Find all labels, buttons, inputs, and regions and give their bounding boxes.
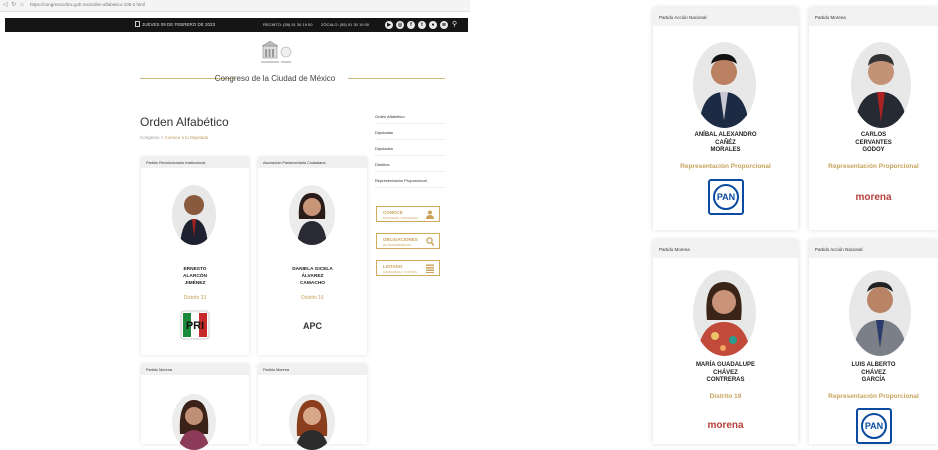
browser-toolbar: ◁ ↻ ⌂ https://congresocdmx.gob.mx/orden-…: [0, 0, 470, 12]
browser-nav-icons[interactable]: ◁ ↻ ⌂: [3, 1, 25, 8]
deputy-district: Distrito 33: [183, 295, 207, 301]
search-icon[interactable]: ⚲: [452, 20, 457, 28]
deputy-district: Representación Proporcional: [828, 393, 919, 400]
address-bar[interactable]: https://congresocdmx.gob.mx/orden-alfabe…: [30, 2, 145, 7]
phone-recinto[interactable]: RECINTO: (55) 51 30 19 00: [263, 22, 313, 27]
flickr-icon[interactable]: ●: [429, 21, 437, 29]
deputy-name[interactable]: MARÍA GUADALUPE CHÁVEZ CONTRERAS: [653, 362, 798, 385]
pan-logo-icon: PAN: [856, 408, 892, 444]
apc-logo: APC: [302, 321, 322, 331]
youtube-icon[interactable]: ▶: [385, 21, 393, 29]
listado-button[interactable]: LISTADO COMISIONES Y COMITÉS: [376, 260, 440, 276]
deputy-photo: [849, 270, 911, 356]
menu-item-orden-alfabetico[interactable]: Orden Alfabético: [375, 114, 445, 119]
search-icon: [426, 237, 434, 246]
breadcrumb: Congreso > Conoce a tu Diputado: [140, 135, 208, 140]
deputy-card[interactable]: Partido Revolucionario Institucional ERN…: [141, 157, 249, 355]
menu-divider: [375, 139, 445, 140]
svg-text:PRI: PRI: [186, 320, 204, 332]
card-party-label: Partido Revolucionario Institucional: [141, 157, 249, 168]
card-party-label: Partido Morena: [141, 364, 249, 375]
card-party-label: Partido Acción Nacional: [809, 240, 938, 258]
menu-item-distritos[interactable]: Distritos: [375, 162, 445, 167]
spotify-icon[interactable]: ≋: [440, 21, 448, 29]
pan-logo-icon: PAN: [708, 179, 744, 215]
obligaciones-button[interactable]: OBLIGACIONES DE TRANSPARENCIA: [376, 233, 440, 249]
menu-divider: [375, 155, 445, 156]
deputy-card[interactable]: Partido Morena MARÍA GUADALUPE CHÁVEZ CO…: [653, 240, 798, 444]
current-date: JUEVES 09 DE FEBRERO DE 2023: [142, 22, 216, 27]
deputy-district: Representación Proporcional: [828, 163, 919, 170]
deputy-district: Distrito 16: [301, 295, 324, 301]
menu-divider: [375, 187, 445, 188]
deputy-photo: [289, 185, 335, 245]
conoce-button[interactable]: CONOCE DIPUTADAS Y DIPUTADOS: [376, 206, 440, 222]
deputy-name[interactable]: DANIELA GICELA ÁLVAREZ CAMACHO: [258, 266, 367, 287]
top-bar: JUEVES 09 DE FEBRERO DE 2023 RECINTO: (5…: [5, 18, 468, 32]
deputy-photo: [851, 42, 911, 128]
menu-item-diputadas[interactable]: Diputadas: [375, 130, 445, 135]
twitter-icon[interactable]: t: [418, 21, 426, 29]
deputy-district: Distrito 19: [709, 393, 742, 400]
deputy-name[interactable]: ANÍBAL ALEXANDRO CAÑÉZ MORALES: [653, 132, 798, 155]
deputy-photo: [172, 185, 216, 245]
deputy-card[interactable]: Partido Acción Nacional LUIS ALBERTO CHÁ…: [809, 240, 938, 444]
menu-divider: [375, 171, 445, 172]
deputy-district: Representación Proporcional: [680, 163, 771, 170]
deputy-card[interactable]: Partido Acción Nacional ANÍBAL ALEXANDRO…: [653, 8, 798, 230]
card-party-label: Asociación Parlamentaria Ciudadana: [258, 157, 367, 168]
deputy-name[interactable]: CARLOS CERVANTES GODOY: [809, 132, 938, 155]
person-icon: [426, 210, 434, 219]
card-party-label: Partido Acción Nacional: [653, 8, 798, 26]
phone-zocalo[interactable]: ZÓCALO: (55) 51 30 19 00: [321, 22, 369, 27]
deputy-photo: [693, 270, 756, 356]
deputy-name[interactable]: ERNESTO ALARCÓN JIMÉNEZ: [141, 266, 249, 287]
site-name[interactable]: Congreso de la Ciudad de México: [200, 74, 350, 83]
list-icon: [426, 264, 434, 273]
breadcrumb-current[interactable]: Conoce a tu Diputado: [165, 135, 209, 140]
menu-divider: [375, 123, 445, 124]
menu-item-diputados[interactable]: Diputados: [375, 146, 445, 151]
instagram-icon[interactable]: ◎: [396, 21, 404, 29]
facebook-icon[interactable]: f: [407, 21, 415, 29]
deputy-photo: [289, 394, 335, 450]
card-party-label: Partido Morena: [653, 240, 798, 258]
congreso-logo-icon[interactable]: [259, 40, 293, 66]
deputy-card[interactable]: Asociación Parlamentaria Ciudadana DANIE…: [258, 157, 367, 355]
pri-logo-icon: PRI: [180, 310, 210, 340]
morena-logo: morena: [855, 192, 892, 203]
page-title: Orden Alfabético: [140, 115, 229, 129]
deputy-card[interactable]: Partido Morena: [258, 364, 367, 450]
morena-logo: morena: [707, 420, 744, 431]
deputy-card[interactable]: Partido Morena: [141, 364, 249, 450]
deputy-name[interactable]: LUIS ALBERTO CHÁVEZ GARCÍA: [809, 362, 938, 385]
deputy-photo: [693, 42, 756, 128]
breadcrumb-home[interactable]: Congreso: [140, 135, 160, 140]
card-party-label: Partido Morena: [809, 8, 938, 26]
menu-item-representacion-proporcional[interactable]: Representación Proporcional: [375, 178, 445, 183]
header-divider-right: [348, 78, 445, 79]
card-party-label: Partido Morena: [258, 364, 367, 375]
calendar-icon: [135, 21, 140, 27]
deputy-photo: [172, 394, 216, 450]
deputy-card[interactable]: Partido Morena CARLOS CERVANTES GODOY Re…: [809, 8, 938, 230]
